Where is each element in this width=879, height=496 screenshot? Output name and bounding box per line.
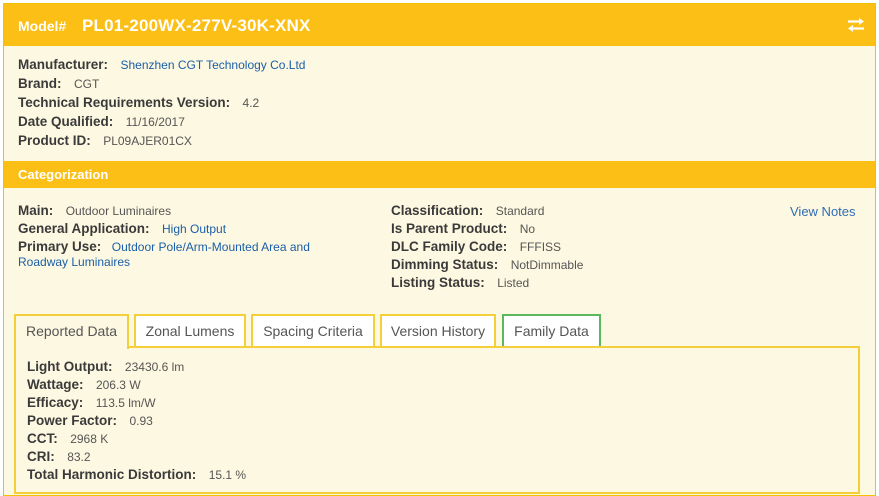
power-factor-row: Power Factor: 0.93 bbox=[27, 412, 153, 430]
primary-use-label: Primary Use: bbox=[18, 239, 102, 254]
light-output-row: Light Output: 23430.6 lm bbox=[27, 358, 184, 376]
power-factor-value: 0.93 bbox=[129, 414, 153, 428]
manufacturer-link[interactable]: Shenzhen CGT Technology Co.Ltd bbox=[120, 58, 305, 72]
date-qualified-row: Date Qualified: 11/16/2017 bbox=[18, 113, 185, 131]
product-id-row: Product ID: PL09AJER01CX bbox=[18, 132, 192, 150]
swap-arrows-icon[interactable] bbox=[847, 17, 865, 33]
light-output-value: 23430.6 lm bbox=[124, 360, 185, 374]
reported-data-panel: Light Output: 23430.6 lm Wattage: 206.3 … bbox=[14, 346, 860, 494]
brand-row: Brand: CGT bbox=[18, 75, 99, 93]
cct-row: CCT: 2968 K bbox=[27, 430, 108, 448]
classification-label: Classification: bbox=[391, 203, 484, 218]
listing-status-row: Listing Status: Listed bbox=[391, 274, 529, 292]
tech-req-value: 4.2 bbox=[242, 96, 260, 110]
is-parent-label: Is Parent Product: bbox=[391, 221, 508, 236]
cct-value: 2968 K bbox=[70, 432, 109, 446]
thd-value: 15.1 % bbox=[208, 468, 247, 482]
classification-value: Standard bbox=[495, 204, 545, 218]
is-parent-row: Is Parent Product: No bbox=[391, 220, 535, 238]
cct-label: CCT: bbox=[27, 431, 58, 446]
date-qualified-value: 11/16/2017 bbox=[125, 115, 185, 129]
product-id-value: PL09AJER01CX bbox=[103, 134, 192, 148]
tab-version-history[interactable]: Version History bbox=[380, 314, 496, 346]
is-parent-value: No bbox=[519, 222, 536, 236]
wattage-row: Wattage: 206.3 W bbox=[27, 376, 141, 394]
tech-req-row: Technical Requirements Version: 4.2 bbox=[18, 94, 259, 112]
wattage-label: Wattage: bbox=[27, 377, 84, 392]
manufacturer-label: Manufacturer: bbox=[18, 57, 109, 72]
product-card: Model# PL01-200WX-277V-30K-XNX Manufactu… bbox=[3, 3, 876, 496]
tab-zonal-lumens[interactable]: Zonal Lumens bbox=[134, 314, 246, 346]
cri-label: CRI: bbox=[27, 449, 55, 464]
model-number: PL01-200WX-277V-30K-XNX bbox=[82, 16, 311, 35]
dimming-status-label: Dimming Status: bbox=[391, 257, 499, 272]
tab-family-data[interactable]: Family Data bbox=[502, 314, 601, 346]
tab-reported-data[interactable]: Reported Data bbox=[14, 314, 129, 349]
thd-row: Total Harmonic Distortion: 15.1 % bbox=[27, 466, 246, 484]
general-application-row: General Application: High Output bbox=[18, 220, 226, 238]
primary-use-row-continued: Roadway Luminaires bbox=[18, 253, 130, 271]
brand-label: Brand: bbox=[18, 76, 62, 91]
main-value: Outdoor Luminaires bbox=[65, 204, 172, 218]
dlc-family-label: DLC Family Code: bbox=[391, 239, 508, 254]
listing-status-value: Listed bbox=[497, 276, 530, 290]
cri-row: CRI: 83.2 bbox=[27, 448, 91, 466]
manufacturer-row: Manufacturer: Shenzhen CGT Technology Co… bbox=[18, 56, 305, 74]
efficacy-value: 113.5 lm/W bbox=[95, 396, 156, 410]
listing-status-label: Listing Status: bbox=[391, 275, 485, 290]
power-factor-label: Power Factor: bbox=[27, 413, 118, 428]
primary-use-link-continued[interactable]: Roadway Luminaires bbox=[18, 255, 130, 269]
general-application-label: General Application: bbox=[18, 221, 150, 236]
primary-use-link[interactable]: Outdoor Pole/Arm-Mounted Area and bbox=[112, 240, 310, 254]
efficacy-label: Efficacy: bbox=[27, 395, 84, 410]
tech-req-label: Technical Requirements Version: bbox=[18, 95, 231, 110]
brand-value: CGT bbox=[73, 77, 100, 91]
classification-row: Classification: Standard bbox=[391, 202, 544, 220]
model-label: Model# bbox=[18, 18, 67, 34]
light-output-label: Light Output: bbox=[27, 359, 113, 374]
efficacy-row: Efficacy: 113.5 lm/W bbox=[27, 394, 156, 412]
model-header: Model# PL01-200WX-277V-30K-XNX bbox=[4, 4, 875, 46]
date-qualified-label: Date Qualified: bbox=[18, 114, 114, 129]
dimming-status-value: NotDimmable bbox=[510, 258, 584, 272]
main-label: Main: bbox=[18, 203, 54, 218]
product-id-label: Product ID: bbox=[18, 133, 91, 148]
tab-spacing-criteria[interactable]: Spacing Criteria bbox=[251, 314, 375, 346]
main-row: Main: Outdoor Luminaires bbox=[18, 202, 171, 220]
categorization-title: Categorization bbox=[18, 167, 109, 182]
dlc-family-row: DLC Family Code: FFFISS bbox=[391, 238, 561, 256]
dimming-status-row: Dimming Status: NotDimmable bbox=[391, 256, 583, 274]
dlc-family-value: FFFISS bbox=[519, 240, 562, 254]
view-notes-link[interactable]: View Notes bbox=[790, 204, 856, 219]
categorization-header: Categorization bbox=[4, 161, 875, 188]
cri-value: 83.2 bbox=[67, 450, 91, 464]
thd-label: Total Harmonic Distortion: bbox=[27, 467, 197, 482]
general-application-link[interactable]: High Output bbox=[162, 222, 226, 236]
wattage-value: 206.3 W bbox=[95, 378, 141, 392]
